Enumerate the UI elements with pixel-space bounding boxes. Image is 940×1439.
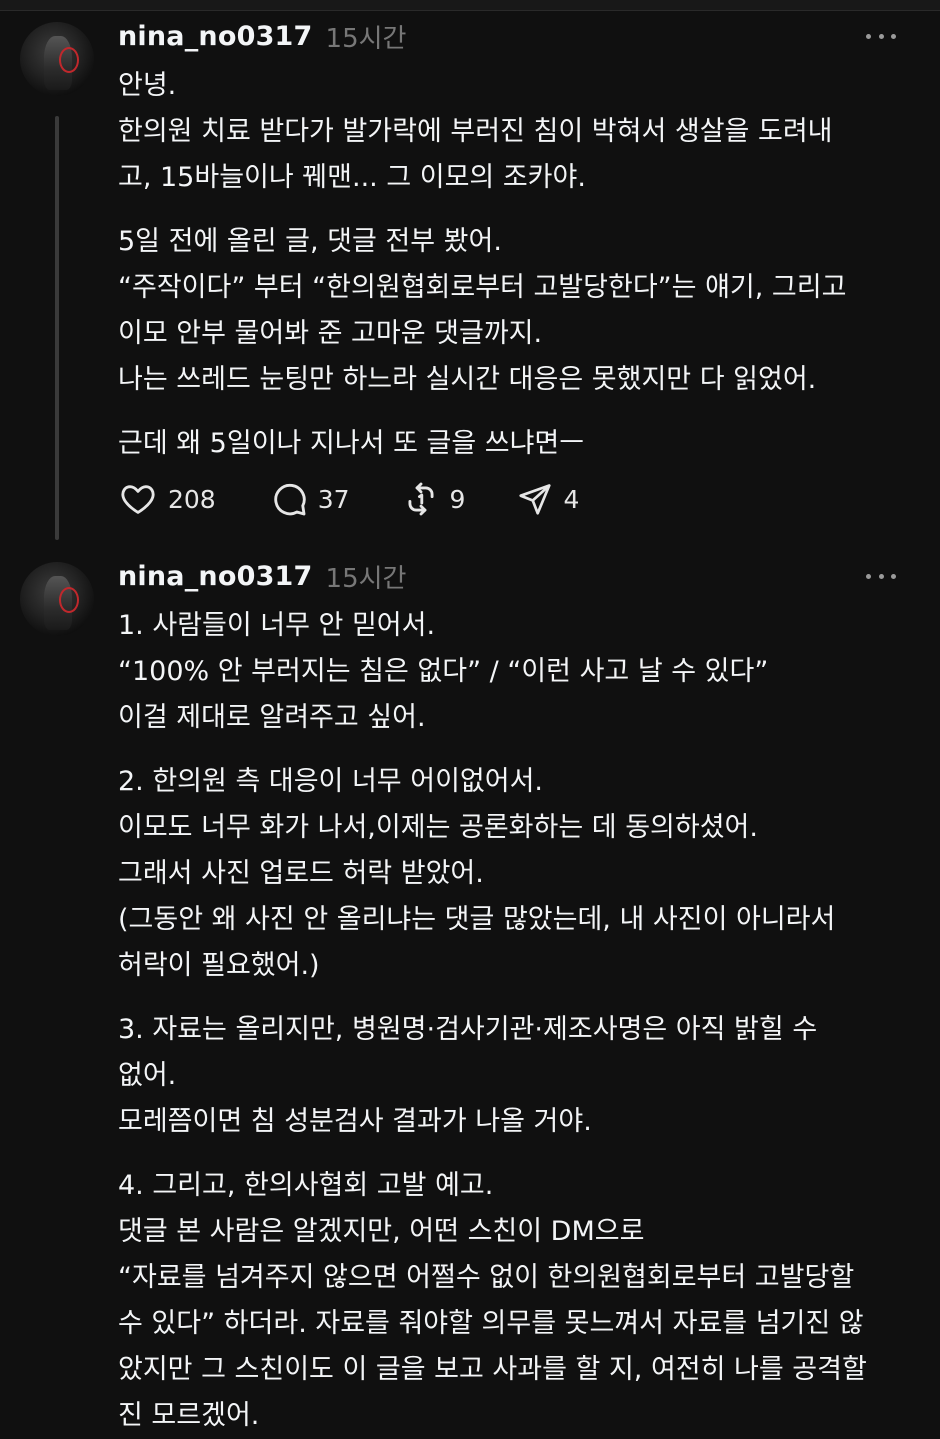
dot-icon: [878, 33, 884, 39]
dot-icon: [866, 573, 871, 579]
share-count: 4: [563, 484, 580, 514]
text-line: 이모도 너무 화가 나서,이제는 공론화하는 데 동의하셨어.: [118, 812, 758, 843]
timestamp: 15시간: [325, 563, 407, 594]
text-line: 나는 쓰레드 눈팅만 하느라 실시간 대응은 못했지만 다 읽었어.: [118, 364, 817, 395]
more-options-button[interactable]: [866, 26, 896, 46]
text-line: “자료를 넘겨주지 않으면 어쩔수 없이 한의원협회로부터 고발당할: [118, 1262, 855, 1293]
text-line: 1. 사람들이 너무 안 믿어서.: [118, 610, 436, 641]
text-line: 이모 안부 물어봐 준 고마운 댓글까지.: [118, 318, 543, 349]
text-line: “주작이다” 부터 “한의원협회로부터 고발당한다”는 얘기, 그리고: [118, 272, 847, 303]
like-button[interactable]: 208: [118, 480, 216, 518]
avatar[interactable]: [20, 22, 94, 96]
comment-button[interactable]: 37: [270, 480, 350, 518]
avatar-red-ring: [59, 47, 79, 73]
repost-count: 9: [449, 484, 466, 514]
previous-post-edge: [0, 0, 940, 10]
send-icon: [519, 484, 552, 515]
text-line: 고, 15바늘이나 꿰맨... 그 이모의 조카야.: [118, 162, 586, 193]
post-text: 안녕. 한의원 치료 받다가 발가락에 부러진 침이 박혀서 생살을 도려내 고…: [118, 63, 918, 467]
text-line: 근데 왜 5일이나 지나서 또 글을 쓰냐면ㅡ: [118, 428, 585, 459]
like-count: 208: [168, 484, 216, 514]
text-line: 2. 한의원 측 대응이 너무 어이없어서.: [118, 766, 544, 797]
text-line: 그래서 사진 업로드 허락 받았어.: [118, 858, 484, 889]
post-header: nina_no0317 15시간: [118, 558, 406, 594]
thread-connector-line: [55, 116, 59, 540]
text-line: “100% 안 부러지는 침은 없다” / “이런 사고 날 수 있다”: [118, 656, 769, 687]
avatar-red-ring: [59, 587, 79, 613]
heart-icon: [121, 485, 155, 514]
avatar[interactable]: [20, 562, 94, 636]
divider: [0, 10, 940, 11]
text-line: 없어.: [118, 1060, 177, 1091]
text-line: (그동안 왜 사진 안 올리냐는 댓글 많았는데, 내 사진이 아니라서: [118, 904, 836, 935]
timestamp: 15시간: [325, 23, 407, 54]
repost-button[interactable]: 9: [402, 480, 466, 518]
text-line: 수 있다” 하더라. 자료를 줘야할 의무를 못느껴서 자료를 넘기진 않: [118, 1308, 864, 1339]
text-line: 5일 전에 올린 글, 댓글 전부 봤어.: [118, 226, 502, 257]
dot-icon: [891, 573, 896, 579]
post-header: nina_no0317 15시간: [118, 18, 406, 54]
text-line: 한의원 치료 받다가 발가락에 부러진 침이 박혀서 생살을 도려내: [118, 116, 833, 147]
share-button[interactable]: 4: [517, 481, 579, 517]
text-line: 댓글 본 사람은 알겠지만, 어떤 스친이 DM으로: [118, 1216, 645, 1247]
text-line: 았지만 그 스친이도 이 글을 보고 사과를 할 지, 여전히 나를 공격할: [118, 1354, 867, 1385]
text-line: 허락이 필요했어.): [118, 950, 320, 981]
dot-icon: [866, 33, 871, 39]
dot-icon: [891, 33, 896, 39]
more-options-button[interactable]: [866, 566, 896, 586]
username[interactable]: nina_no0317: [118, 21, 313, 52]
text-line: 4. 그리고, 한의사협회 고발 예고.: [118, 1170, 494, 1201]
text-line: 모레쯤이면 침 성분검사 결과가 나올 거야.: [118, 1106, 592, 1137]
comment-bubble-icon: [274, 483, 306, 516]
comment-count: 37: [317, 484, 350, 514]
text-line: 3. 자료는 올리지만, 병원명·검사기관·제조사명은 아직 밝힐 수: [118, 1014, 818, 1045]
repost-icon: [408, 482, 434, 516]
text-line: 이걸 제대로 알려주고 싶어.: [118, 702, 426, 733]
text-line: 안녕.: [118, 70, 177, 101]
post-actions: 208 37 9 4: [118, 479, 579, 519]
post-text: 1. 사람들이 너무 안 믿어서. “100% 안 부러지는 침은 없다” / …: [118, 603, 918, 1439]
username[interactable]: nina_no0317: [118, 561, 313, 592]
dot-icon: [878, 573, 884, 579]
